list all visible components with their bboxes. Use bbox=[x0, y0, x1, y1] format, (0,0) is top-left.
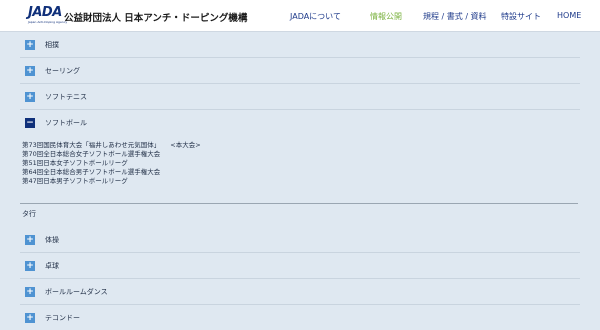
accordion-item-ballroom-dance[interactable]: + ボールルームダンス bbox=[20, 279, 580, 305]
accordion-label[interactable]: 卓球 bbox=[45, 261, 59, 271]
accordion-item-sumo[interactable]: + 相撲 bbox=[20, 32, 580, 58]
event-link[interactable]: 第47回日本男子ソフトボールリーグ bbox=[22, 177, 542, 186]
expand-icon[interactable]: + bbox=[25, 92, 35, 102]
event-link[interactable]: 第64回全日本総合男子ソフトボール選手権大会 bbox=[22, 168, 542, 177]
accordion-label[interactable]: セーリング bbox=[45, 66, 80, 76]
jada-logo[interactable]: JADA Japan Anti-Doping Agency bbox=[28, 5, 68, 26]
collapse-icon[interactable]: − bbox=[25, 118, 35, 128]
accordion-label[interactable]: ソフトボール bbox=[45, 118, 87, 128]
logo-text: JADA bbox=[28, 5, 62, 20]
nav-regulations[interactable]: 規程 / 書式 / 資料 bbox=[423, 11, 487, 22]
accordion-item-sailing[interactable]: + セーリング bbox=[20, 58, 580, 84]
section-divider bbox=[20, 203, 578, 204]
accordion-item-softball[interactable]: − ソフトボール bbox=[20, 110, 580, 136]
accordion-item-soft-tennis[interactable]: + ソフトテニス bbox=[20, 84, 580, 110]
event-name[interactable]: 第70回全日本総合女子ソフトボール選手権大会 bbox=[22, 150, 160, 158]
accordion-item-taekwondo[interactable]: + テコンドー bbox=[20, 305, 580, 330]
event-link[interactable]: 第51回日本女子ソフトボールリーグ bbox=[22, 159, 542, 168]
site-header: JADA Japan Anti-Doping Agency 公益財団法人 日本ア… bbox=[0, 0, 600, 32]
expand-icon[interactable]: + bbox=[25, 313, 35, 323]
accordion-list-bottom: + 体操 + 卓球 + ボールルームダンス + テコンドー bbox=[20, 227, 580, 330]
event-name[interactable]: 第47回日本男子ソフトボールリーグ bbox=[22, 177, 128, 185]
nav-home[interactable]: HOME bbox=[557, 11, 581, 20]
nav-special-site[interactable]: 特設サイト bbox=[501, 11, 541, 22]
expand-icon[interactable]: + bbox=[25, 261, 35, 271]
accordion-label[interactable]: テコンドー bbox=[45, 313, 80, 323]
event-name[interactable]: 第51回日本女子ソフトボールリーグ bbox=[22, 159, 128, 167]
nav-disclosure[interactable]: 情報公開 bbox=[370, 11, 402, 22]
accordion-label[interactable]: 相撲 bbox=[45, 40, 59, 50]
accordion-item-gymnastics[interactable]: + 体操 bbox=[20, 227, 580, 253]
expand-icon[interactable]: + bbox=[25, 235, 35, 245]
softball-event-list: 第73回国民体育大会「福井しあわせ元気国体」 <本大会> 第70回全日本総合女子ソ… bbox=[22, 141, 542, 186]
accordion-label[interactable]: 体操 bbox=[45, 235, 59, 245]
accordion-label[interactable]: ソフトテニス bbox=[45, 92, 87, 102]
event-link[interactable]: 第70回全日本総合女子ソフトボール選手権大会 bbox=[22, 150, 542, 159]
accordion-label[interactable]: ボールルームダンス bbox=[45, 287, 108, 297]
accordion-list-top: + 相撲 + セーリング + ソフトテニス − ソフトボール bbox=[20, 32, 580, 136]
organization-name: 公益財団法人 日本アンチ・ドーピング機構 bbox=[64, 13, 248, 24]
accordion-item-table-tennis[interactable]: + 卓球 bbox=[20, 253, 580, 279]
section-heading-ta-row: タ行 bbox=[22, 210, 36, 218]
expand-icon[interactable]: + bbox=[25, 287, 35, 297]
nav-about[interactable]: JADAについて bbox=[290, 11, 341, 22]
event-badge: <本大会> bbox=[170, 141, 201, 149]
event-name[interactable]: 第64回全日本総合男子ソフトボール選手権大会 bbox=[22, 168, 160, 176]
event-name[interactable]: 第73回国民体育大会「福井しあわせ元気国体」 bbox=[22, 141, 160, 149]
event-link[interactable]: 第73回国民体育大会「福井しあわせ元気国体」 <本大会> bbox=[22, 141, 542, 150]
logo-subtext: Japan Anti-Doping Agency bbox=[28, 20, 68, 24]
expand-icon[interactable]: + bbox=[25, 66, 35, 76]
expand-icon[interactable]: + bbox=[25, 40, 35, 50]
